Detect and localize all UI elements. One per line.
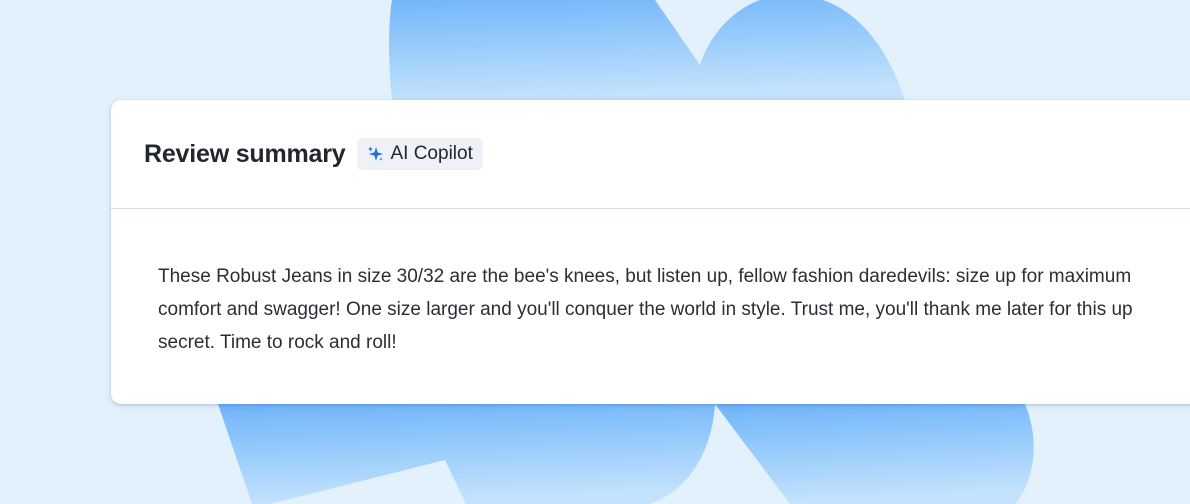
sparkle-icon	[368, 146, 384, 161]
card-body: These Robust Jeans in size 30/32 are the…	[111, 209, 1190, 359]
review-summary-text: These Robust Jeans in size 30/32 are the…	[158, 266, 1133, 353]
review-summary-card: Review summary AI Copilot These Robust J…	[111, 100, 1190, 404]
card-header: Review summary AI Copilot	[111, 100, 1190, 209]
ai-copilot-badge[interactable]: AI Copilot	[357, 138, 483, 170]
ai-copilot-label: AI Copilot	[390, 143, 473, 164]
card-title: Review summary	[144, 139, 346, 168]
